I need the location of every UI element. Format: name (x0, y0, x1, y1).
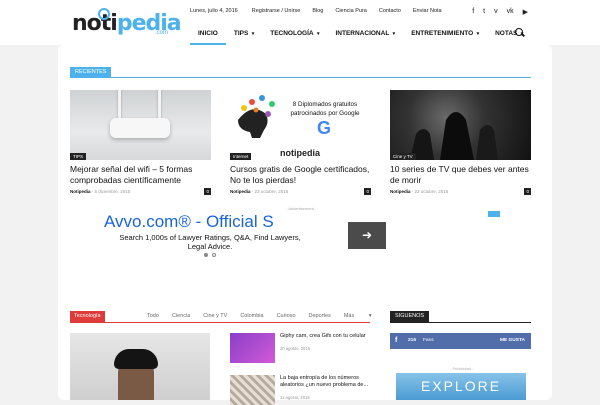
recent-block-header: RECIENTES (70, 67, 531, 78)
nav-item-tips[interactable]: TIPS ▾ (226, 28, 262, 45)
social-links: f t v vk ▶ (472, 8, 528, 16)
vk-icon[interactable]: vk (507, 8, 514, 16)
svg-text:G: G (317, 118, 331, 138)
article-title[interactable]: Giphy cam, crea Gifs con tu celular (280, 333, 370, 340)
ad-label: - Advertisement - (286, 206, 317, 211)
subcategory-filter: Todo Ciencia Cine y TV Colombia Curioso … (147, 313, 385, 319)
nav-item-entretenimiento[interactable]: ENTRETENIMIENTO ▾ (403, 28, 487, 45)
filter-colombia[interactable]: Colombia (240, 313, 263, 319)
sidebar-header: SIGUENOS (390, 311, 531, 323)
router-image (110, 118, 170, 138)
top-link-blog[interactable]: Blog (312, 8, 323, 14)
main-nav: INICIO TIPS ▾ TECNOLOGÍA ▾ INTERNACIONAL… (190, 28, 531, 45)
vimeo-icon[interactable]: v (494, 8, 498, 16)
ad-pagination (204, 253, 216, 257)
list-item[interactable]: Giphy cam, crea Gifs con tu celular 20 a… (230, 333, 370, 363)
article-date: 22 octubre, 2015 (414, 189, 449, 194)
filter-todo[interactable]: Todo (147, 313, 159, 319)
category-badge[interactable]: Internet (230, 153, 252, 160)
filter-more[interactable]: Más ▾ (344, 313, 372, 319)
block-title: RECIENTES (70, 67, 112, 78)
chevron-down-icon: ▾ (475, 31, 480, 37)
facebook-icon: f (395, 337, 398, 344)
article-title[interactable]: Mejorar señal del wifi – 5 formas compro… (70, 164, 211, 186)
fb-like-button[interactable]: ME GUSTA (500, 338, 525, 343)
article-thumbnail[interactable] (230, 375, 275, 405)
filter-curioso[interactable]: Curioso (277, 313, 296, 319)
top-link-ciencia[interactable]: Ciencia Pura (335, 8, 367, 14)
fb-count: 216 (408, 338, 417, 343)
person-hair (114, 349, 158, 369)
article-date: 20 agosto, 2015 (280, 346, 311, 351)
ad-title[interactable]: Avvo.com® - Official S (104, 212, 274, 232)
list-item[interactable]: La baja entropía de los números aleatori… (230, 375, 370, 405)
fb-fans-label: Fans (423, 338, 434, 343)
article-title[interactable]: La baja entropía de los números aleatori… (280, 375, 370, 389)
article-card[interactable]: Cine y TV 10 series de TV que debes ver … (390, 90, 531, 195)
chevron-down-icon: ▾ (315, 31, 320, 37)
top-link-contact[interactable]: Contacto (379, 8, 401, 14)
search-icon[interactable] (515, 28, 525, 38)
image-caption: 8 Diplomados gratuitos patrocinados por … (290, 101, 360, 117)
header: notipedia .com Lunes, julio 4, 2016 Regi… (0, 0, 600, 45)
article-meta: Notipedia - 22 octubre, 2015 0 (390, 188, 531, 195)
top-link-register[interactable]: Registrarse / Unirse (252, 8, 301, 14)
comment-count[interactable]: 0 (364, 188, 371, 195)
image-logo-text: notipedia (280, 148, 321, 158)
block-title: Tecnología (70, 311, 105, 322)
top-link-submit[interactable]: Enviar Nota (413, 8, 442, 14)
facebook-icon[interactable]: f (472, 8, 474, 16)
article-date: 23 octubre, 2015 (254, 189, 289, 194)
chevron-down-icon: ▾ (250, 31, 255, 37)
article-card[interactable]: TIPS Mejorar señal del wifi – 5 formas c… (70, 90, 211, 195)
advertisement[interactable]: - Advertisement - Avvo.com® - Official S… (100, 206, 500, 266)
pagination-dot[interactable] (212, 253, 216, 257)
nav-item-inicio[interactable]: INICIO (190, 28, 226, 45)
article-date: 5 diciembre, 2015 (94, 189, 131, 194)
filter-deportes[interactable]: Deportes (309, 313, 331, 319)
category-badge[interactable]: TIPS (70, 153, 87, 160)
chevron-down-icon: ▾ (391, 31, 396, 37)
article-image-series[interactable]: Cine y TV (390, 90, 531, 160)
twitter-icon[interactable]: t (483, 8, 485, 16)
site-logo[interactable]: notipedia .com (72, 8, 182, 38)
article-date: 11 agosto, 2015 (280, 395, 310, 400)
category-badge[interactable]: Cine y TV (390, 153, 416, 160)
featured-article-image[interactable] (70, 333, 210, 400)
nav-item-tecnologia[interactable]: TECNOLOGÍA ▾ (262, 28, 327, 45)
article-author[interactable]: Notipedia (70, 189, 91, 194)
filter-ciencia[interactable]: Ciencia (172, 313, 190, 319)
sidebar-ad-label: - Publicidad - (450, 366, 474, 371)
pagination-dot[interactable] (204, 253, 208, 257)
article-title[interactable]: 10 series de TV que debes ver antes de m… (390, 164, 531, 186)
article-author[interactable]: Notipedia (390, 189, 411, 194)
article-image-google[interactable]: G notipedia 8 Diplomados gratuitos patro… (230, 90, 371, 160)
sidebar-ad-banner[interactable]: EXPLORE (396, 373, 526, 400)
article-title[interactable]: Cursos gratis de Google certificados, No… (230, 164, 371, 186)
ad-arrow-button[interactable]: ➜ (348, 222, 386, 249)
article-image-router[interactable]: TIPS (70, 90, 211, 160)
comment-count[interactable]: 0 (204, 188, 211, 195)
filter-cine-tv[interactable]: Cine y TV (203, 313, 227, 319)
article-thumbnail[interactable] (230, 333, 275, 363)
current-date: Lunes, julio 4, 2016 (190, 8, 238, 14)
ad-text[interactable]: Search 1,000s of Lawyer Ratings, Q&A, Fi… (115, 233, 305, 251)
facebook-widget[interactable]: f 216 Fans ME GUSTA (390, 333, 531, 349)
sidebar-title: SIGUENOS (390, 311, 430, 322)
adchoices-icon[interactable] (488, 211, 500, 217)
dark-figures-illustration (410, 112, 498, 160)
logo-domain: .com (154, 30, 168, 36)
article-author[interactable]: Notipedia (230, 189, 251, 194)
logo-ring-icon (98, 8, 110, 20)
article-card[interactable]: G notipedia 8 Diplomados gratuitos patro… (230, 90, 371, 195)
top-menu: Lunes, julio 4, 2016 Registrarse / Unirs… (190, 8, 454, 14)
nav-item-internacional[interactable]: INTERNACIONAL ▾ (327, 28, 403, 45)
article-meta: Notipedia - 5 diciembre, 2015 0 (70, 188, 211, 195)
comment-count[interactable]: 0 (524, 188, 531, 195)
article-meta: Notipedia - 23 octubre, 2015 0 (230, 188, 371, 195)
youtube-icon[interactable]: ▶ (523, 8, 528, 16)
